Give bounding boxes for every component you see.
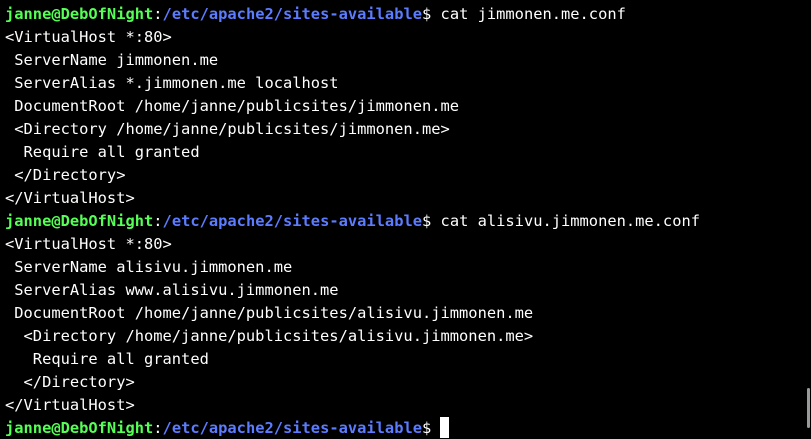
prompt-path: /etc/apache2/sites-available xyxy=(162,419,422,437)
scrollbar-thumb[interactable] xyxy=(807,388,810,428)
command-text: cat jimmonen.me.conf xyxy=(431,5,626,23)
prompt-user-host: janne@DebOfNight xyxy=(5,5,154,23)
prompt-line: janne@DebOfNight:/etc/apache2/sites-avai… xyxy=(5,3,811,26)
terminal-output[interactable]: janne@DebOfNight:/etc/apache2/sites-avai… xyxy=(5,3,811,439)
output-line: </Directory> xyxy=(5,166,126,184)
prompt-symbol: $ xyxy=(422,212,432,230)
output-line: </VirtualHost> xyxy=(5,396,135,414)
output-line: ServerAlias www.alisivu.jimmonen.me xyxy=(5,281,339,299)
prompt-separator: : xyxy=(153,419,163,437)
prompt-path: /etc/apache2/sites-available xyxy=(162,212,422,230)
command-text: cat alisivu.jimmonen.me.conf xyxy=(431,212,700,230)
prompt-separator: : xyxy=(153,212,163,230)
prompt-symbol: $ xyxy=(422,5,432,23)
output-line: </Directory> xyxy=(5,373,135,391)
terminal-window[interactable]: janne@DebOfNight:/etc/apache2/sites-avai… xyxy=(0,0,811,439)
output-line: ServerName alisivu.jimmonen.me xyxy=(5,258,293,276)
output-line: ServerAlias *.jimmonen.me localhost xyxy=(5,74,339,92)
output-line: <Directory /home/janne/publicsites/jimmo… xyxy=(5,120,450,138)
output-line: <VirtualHost *:80> xyxy=(5,235,172,253)
prompt-line: janne@DebOfNight:/etc/apache2/sites-avai… xyxy=(5,210,811,233)
text-cursor[interactable] xyxy=(440,417,450,438)
output-line: DocumentRoot /home/janne/publicsites/ali… xyxy=(5,304,534,322)
prompt-line: janne@DebOfNight:/etc/apache2/sites-avai… xyxy=(5,417,811,439)
prompt-user-host: janne@DebOfNight xyxy=(5,212,154,230)
output-line: <Directory /home/janne/publicsites/alisi… xyxy=(5,327,534,345)
prompt-symbol: $ xyxy=(422,419,432,437)
scrollbar[interactable] xyxy=(805,0,811,439)
output-line: </VirtualHost> xyxy=(5,189,135,207)
output-line: Require all granted xyxy=(5,350,209,368)
output-line: <VirtualHost *:80> xyxy=(5,28,172,46)
window-top-edge xyxy=(0,0,811,2)
output-line: DocumentRoot /home/janne/publicsites/jim… xyxy=(5,97,460,115)
output-line: Require all granted xyxy=(5,143,200,161)
prompt-path: /etc/apache2/sites-available xyxy=(162,5,422,23)
prompt-user-host: janne@DebOfNight xyxy=(5,419,154,437)
output-line: ServerName jimmonen.me xyxy=(5,51,219,69)
prompt-separator: : xyxy=(153,5,163,23)
